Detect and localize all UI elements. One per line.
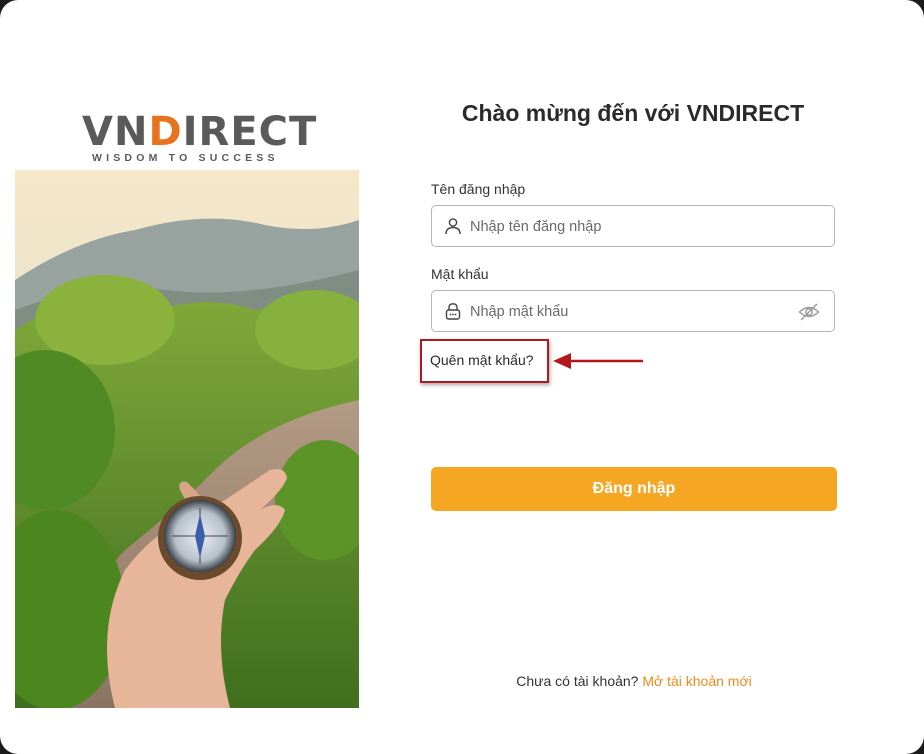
signup-link[interactable]: Mở tài khoản mới <box>642 673 751 689</box>
password-field[interactable] <box>431 290 835 333</box>
username-field[interactable] <box>431 205 835 248</box>
eye-off-icon[interactable] <box>798 302 820 322</box>
logo-tagline: WISDOM TO SUCCESS <box>92 152 279 164</box>
highlight-box <box>420 339 549 383</box>
logo-text-post: IRECT <box>182 109 318 155</box>
login-button[interactable]: Đăng nhập <box>431 467 837 511</box>
vndirect-logo: VNDIRECT WISDOM TO SUCCESS <box>82 112 316 164</box>
signup-prompt: Chưa có tài khoản? <box>516 673 639 689</box>
password-label: Mật khẩu <box>431 266 489 282</box>
arrow-left-icon <box>553 353 643 369</box>
logo-wordmark: VNDIRECT <box>82 112 317 152</box>
signup-row: Chưa có tài khoản? Mở tài khoản mới <box>431 673 837 689</box>
hero-illustration <box>15 170 359 708</box>
username-label: Tên đăng nhập <box>431 181 526 197</box>
user-icon <box>445 218 461 235</box>
logo-text-pre: VN <box>82 109 149 155</box>
logo-text-d: D <box>148 109 183 155</box>
lock-icon <box>445 303 461 320</box>
login-dialog: VNDIRECT WISDOM TO SUCCESS Chào mừng đến… <box>0 0 924 754</box>
password-input[interactable] <box>468 291 792 333</box>
welcome-title: Chào mừng đến với VNDIRECT <box>461 100 805 126</box>
hero-image <box>15 170 359 708</box>
username-input[interactable] <box>468 206 792 248</box>
